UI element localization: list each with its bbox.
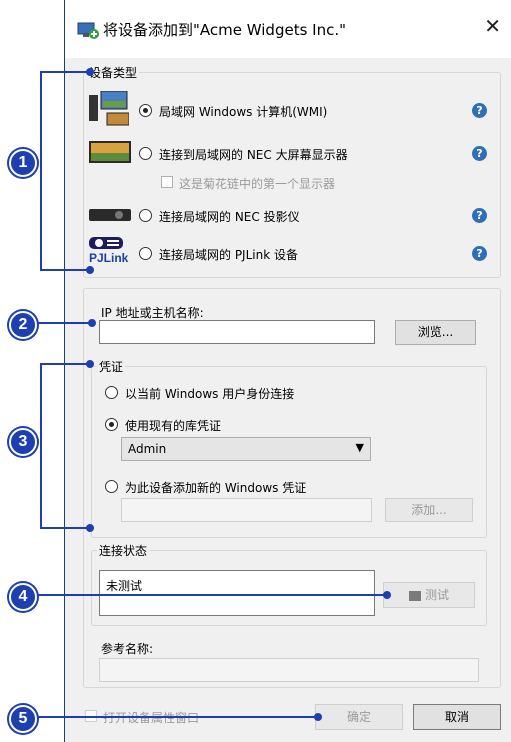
callout-2: 2 [9,311,37,339]
callout-5: 5 [9,705,37,733]
callout-3: 3 [9,428,37,456]
callout-lines [38,68,391,721]
callout-1: 1 [9,149,37,177]
callout-4: 4 [9,583,37,611]
